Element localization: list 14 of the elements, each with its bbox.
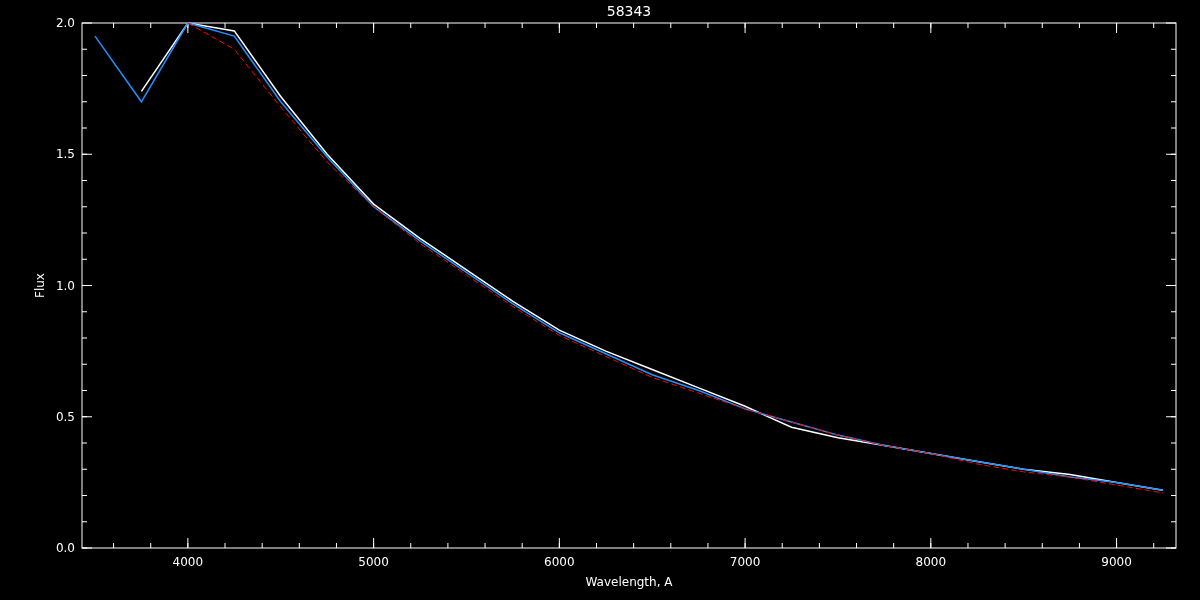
y-axis-label: Flux [33,273,47,298]
chart-title: 58343 [606,3,652,19]
y-tick-label: 2.0 [55,16,75,30]
y-tick-label: 1.0 [55,278,75,293]
y-tick-label: 0.0 [55,541,75,555]
x-tick-label: 8000 [915,555,947,569]
x-tick-label: 6000 [544,555,575,569]
x-tick-label: 7000 [729,555,761,569]
x-tick-label: 5000 [358,555,389,569]
y-tick-label: 1.5 [55,147,75,162]
x-tick-label: 4000 [172,555,204,569]
y-tick-label: 0.5 [55,409,75,424]
x-tick-label: 9000 [1101,555,1132,569]
x-axis-label: Wavelength, A [585,575,673,589]
